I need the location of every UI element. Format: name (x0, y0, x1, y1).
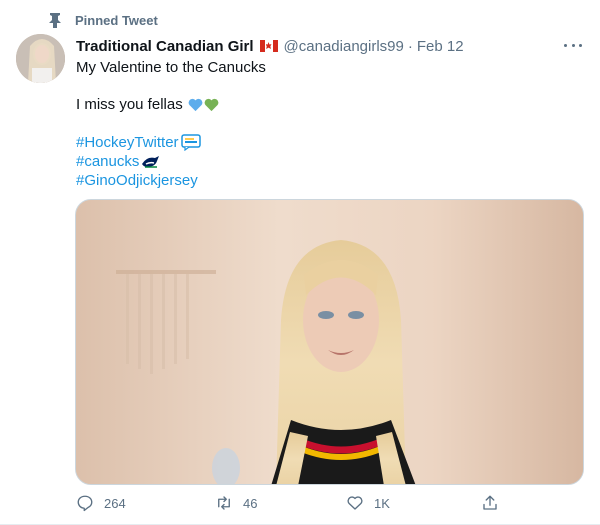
hockey-twitter-emoji-icon (180, 134, 201, 151)
green-heart-icon (204, 98, 219, 111)
pin-icon (49, 13, 61, 28)
canucks-orca-icon (142, 155, 160, 168)
canada-flag-icon (259, 40, 278, 52)
separator: · (407, 37, 413, 55)
photo-image (76, 200, 583, 484)
hashtag-row: #canucks (76, 152, 201, 171)
tweet-text-line2: I miss you fellas (76, 95, 219, 114)
tweet-header: Traditional Canadian Girl @canadiangirls… (76, 36, 584, 56)
more-dot (579, 43, 582, 47)
blue-heart-icon (188, 98, 203, 111)
tweet-text-line1: My Valentine to the Canucks (76, 59, 266, 76)
more-dot (571, 43, 575, 47)
hashtag-row: #HockeyTwitter (76, 133, 201, 152)
tweet-text-line2-text: I miss you fellas (76, 96, 183, 113)
tweet-actions: 264 46 1K (76, 494, 536, 516)
retweet-icon (218, 496, 230, 510)
tweet-photo[interactable] (75, 199, 584, 485)
reply-count: 264 (104, 495, 126, 511)
heart-icon (347, 496, 363, 510)
tweet[interactable]: Pinned Tweet Traditional Canadian Girl @… (0, 0, 600, 525)
reply-button[interactable]: 264 (76, 494, 126, 512)
hashtag-list: #HockeyTwitter #canucks #GinoOdjickjerse… (76, 133, 201, 190)
share-button[interactable] (481, 494, 499, 512)
reply-icon (77, 495, 93, 512)
retweet-count: 46 (243, 495, 258, 511)
share-icon (483, 495, 497, 510)
avatar-image (16, 34, 65, 83)
hashtag-link[interactable]: #HockeyTwitter (76, 133, 179, 152)
tweet-date[interactable]: Feb 12 (417, 38, 464, 55)
pinned-label: Pinned Tweet (75, 13, 158, 28)
more-dot (564, 43, 567, 47)
like-count: 1K (374, 495, 390, 511)
hashtag-row: #GinoOdjickjersey (76, 171, 201, 190)
hashtag-link[interactable]: #canucks (76, 152, 139, 171)
hashtag-link[interactable]: #GinoOdjickjersey (76, 171, 198, 190)
display-name[interactable]: Traditional Canadian Girl (76, 38, 254, 55)
handle[interactable]: @canadiangirls99 (284, 38, 404, 55)
pinned-indicator (48, 11, 62, 29)
avatar[interactable] (16, 34, 65, 83)
retweet-button[interactable]: 46 (215, 494, 257, 512)
like-button[interactable]: 1K (346, 494, 390, 512)
more-options-button[interactable] (564, 38, 582, 52)
